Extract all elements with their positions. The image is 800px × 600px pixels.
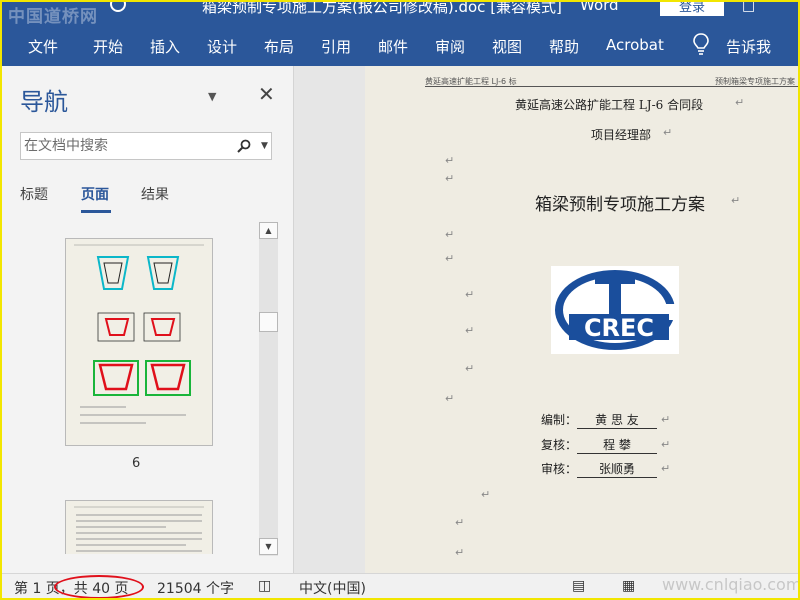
login-button[interactable]: 登录 xyxy=(660,2,724,16)
ribbon-display-icon[interactable]: □ xyxy=(742,2,755,14)
paragraph-mark: ↵ xyxy=(661,462,671,475)
paragraph-mark: ↵ xyxy=(445,228,455,241)
compiled-by-value: 黄 思 友 xyxy=(577,411,657,429)
tab-view[interactable]: 视图 xyxy=(492,36,522,57)
nav-tab-pages[interactable]: 页面 xyxy=(81,184,109,204)
audited-by-value: 张顺勇 xyxy=(577,460,657,478)
ribbon-tab-bar: 文件 开始 插入 设计 布局 引用 邮件 审阅 视图 帮助 Acrobat 告诉… xyxy=(2,24,798,66)
compiled-by-label: 编制： xyxy=(541,413,578,427)
navigation-pane: 导航 ▼ ✕ ▼ 标题 页面 结果 xyxy=(2,66,294,573)
read-mode-icon[interactable]: ▤ xyxy=(572,578,585,594)
word-window: 中国道桥网 箱梁预制专项施工方案(报公司修改稿).doc [兼容模式] Word… xyxy=(0,0,800,600)
watermark-logo: 中国道桥网 xyxy=(8,7,98,24)
tab-help[interactable]: 帮助 xyxy=(549,36,579,57)
print-layout-icon[interactable]: ▦ xyxy=(622,578,635,594)
paragraph-mark: ↵ xyxy=(465,362,475,375)
active-tab-indicator xyxy=(81,210,111,213)
search-input[interactable] xyxy=(21,133,221,159)
paragraph-mark: ↵ xyxy=(663,126,673,139)
title-bar: 中国道桥网 箱梁预制专项施工方案(报公司修改稿).doc [兼容模式] Word… xyxy=(2,2,798,24)
paragraph-mark: ↵ xyxy=(455,546,465,559)
header-rule xyxy=(425,86,798,87)
paragraph-mark: ↵ xyxy=(445,154,455,167)
nav-tab-results[interactable]: 结果 xyxy=(141,184,169,204)
reviewed-by-label: 复核： xyxy=(541,438,578,452)
thumbnail-scrollbar[interactable]: ▲ ▼ xyxy=(259,222,278,556)
document-area: 黄延高速扩能工程 LJ-6 标 预制箱梁专项施工方案 黄延高速公路扩能工程 LJ… xyxy=(295,66,798,573)
tab-acrobat[interactable]: Acrobat xyxy=(606,36,664,54)
tab-design[interactable]: 设计 xyxy=(207,36,237,57)
search-icon[interactable] xyxy=(237,139,251,153)
word-count[interactable]: 21504 个字 xyxy=(157,578,234,598)
scroll-down-icon[interactable]: ▼ xyxy=(259,538,278,555)
page-thumbnail[interactable] xyxy=(65,500,213,554)
tab-references[interactable]: 引用 xyxy=(321,36,351,57)
tab-insert[interactable]: 插入 xyxy=(150,36,180,57)
reviewed-by-value: 程 攀 xyxy=(577,436,657,454)
tab-file[interactable]: 文件 xyxy=(28,36,58,57)
paragraph-mark: ↵ xyxy=(661,438,671,451)
paragraph-mark: ↵ xyxy=(465,288,475,301)
paragraph-mark: ↵ xyxy=(445,252,455,265)
scroll-thumb[interactable] xyxy=(259,312,278,332)
paragraph-mark: ↵ xyxy=(735,96,745,109)
paragraph-mark: ↵ xyxy=(481,488,491,501)
paragraph-mark: ↵ xyxy=(445,392,455,405)
tab-home[interactable]: 开始 xyxy=(93,36,123,57)
page-thumbnail[interactable] xyxy=(65,238,213,446)
company-logo: CREC xyxy=(551,266,679,354)
nav-tab-headings[interactable]: 标题 xyxy=(20,184,48,204)
lightbulb-icon[interactable] xyxy=(692,32,710,56)
logo-text: CREC xyxy=(584,314,654,342)
nav-pane-title: 导航 xyxy=(20,88,68,116)
language-indicator[interactable]: 中文(中国) xyxy=(299,578,366,598)
proofing-icon[interactable]: ◫ xyxy=(258,578,271,594)
site-watermark: www.cnlqiao.com xyxy=(662,575,800,594)
app-name: Word xyxy=(580,2,619,14)
autosave-icon[interactable] xyxy=(110,2,126,12)
tab-layout[interactable]: 布局 xyxy=(264,36,294,57)
department-line: 项目经理部 xyxy=(591,128,652,142)
page-thumbnails: 6 xyxy=(2,222,294,554)
nav-options-chevron-icon[interactable]: ▼ xyxy=(208,90,216,103)
search-box: ▼ xyxy=(20,132,272,160)
paragraph-mark: ↵ xyxy=(445,172,455,185)
paragraph-mark: ↵ xyxy=(661,413,671,426)
project-name-line: 黄延高速公路扩能工程 LJ-6 合同段 xyxy=(515,98,704,112)
thumbnail-page-number: 6 xyxy=(132,456,141,471)
tell-me-box[interactable]: 告诉我 xyxy=(726,36,771,57)
close-icon[interactable]: ✕ xyxy=(258,82,275,106)
document-title: 箱梁预制专项施工方案(报公司修改稿).doc [兼容模式] xyxy=(202,2,562,16)
document-page[interactable]: 黄延高速扩能工程 LJ-6 标 预制箱梁专项施工方案 黄延高速公路扩能工程 LJ… xyxy=(365,66,798,573)
thumbnail-drawing xyxy=(74,244,204,424)
scroll-up-icon[interactable]: ▲ xyxy=(259,222,278,239)
tab-mailings[interactable]: 邮件 xyxy=(378,36,408,57)
highlight-circle xyxy=(54,575,144,598)
paragraph-mark: ↵ xyxy=(731,194,741,207)
paragraph-mark: ↵ xyxy=(465,324,475,337)
search-chevron-down-icon[interactable]: ▼ xyxy=(261,141,268,151)
crec-logo-icon: CREC xyxy=(555,270,679,350)
status-bar: 第 1 页，共 40 页 21504 个字 ◫ 中文(中国) ▤ ▦ www.c… xyxy=(2,573,798,598)
paragraph-mark: ↵ xyxy=(455,516,465,529)
document-main-title: 箱梁预制专项施工方案 xyxy=(535,195,705,215)
thumbnail-text-lines xyxy=(74,506,204,552)
tab-review[interactable]: 审阅 xyxy=(435,36,465,57)
audited-by-label: 审核： xyxy=(541,462,578,476)
